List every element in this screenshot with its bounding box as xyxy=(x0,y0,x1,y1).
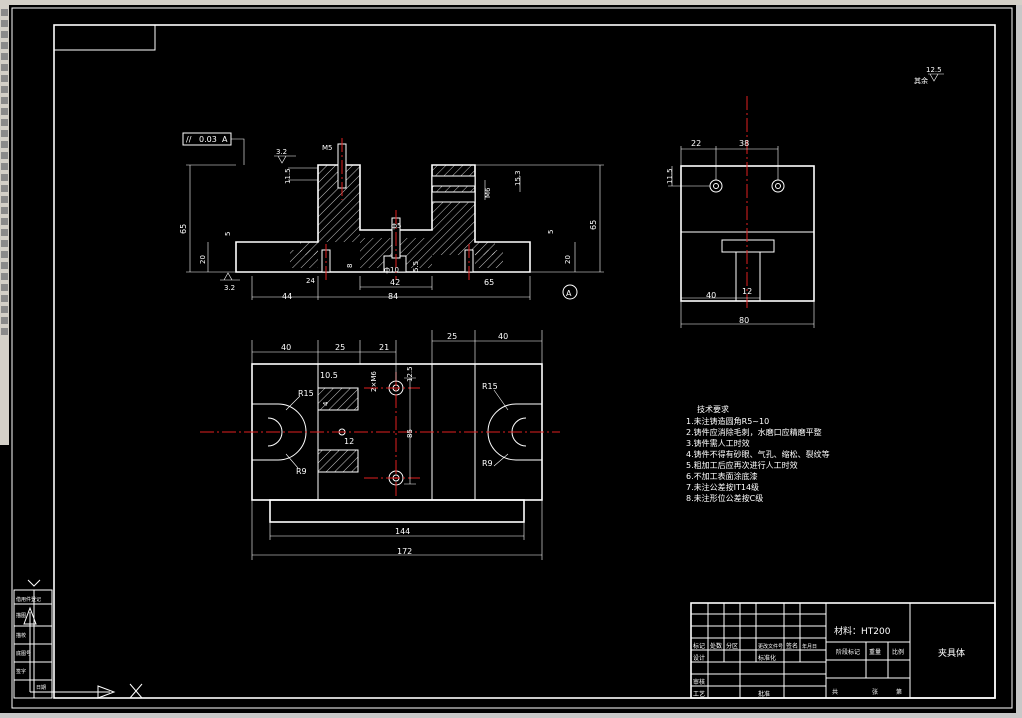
dim-label: 5 xyxy=(547,230,555,234)
dim-label: 44 xyxy=(282,292,292,301)
dim-label: 12 xyxy=(742,287,752,296)
surface-finish-label: 其余 xyxy=(914,76,928,85)
datum-ref: A xyxy=(222,135,228,144)
dim-label: 20 xyxy=(564,255,572,264)
drawing-canvas[interactable]: // 0.03 A 3.2 3.2 A 65 65 5 5 20 20 M5 1… xyxy=(0,0,1016,713)
dim-label: 12.5 xyxy=(406,366,414,382)
left-block xyxy=(13,589,53,699)
dim-label: 65 xyxy=(484,278,494,287)
dim-label: M5 xyxy=(322,144,333,152)
tb-label: 签名 xyxy=(786,642,798,650)
left-label: 借用件登记 xyxy=(16,596,41,603)
tech-req-item: 3.铸件需人工时效 xyxy=(686,438,750,448)
dim-label: 65 xyxy=(589,220,598,230)
dim-label: 40 xyxy=(498,332,508,341)
flatness-tolerance: 0.03 xyxy=(199,135,217,144)
tb-label: 更改文件号 xyxy=(758,643,783,650)
dim-label: 21 xyxy=(379,343,389,352)
tech-req-item: 2.铸件应消除毛刺，水磨口应精磨平整 xyxy=(686,427,822,437)
flatness-symbol: // xyxy=(186,135,192,144)
dim-label: 38 xyxy=(739,139,749,148)
datum-marker-label: A xyxy=(566,289,572,298)
dim-label: 85 xyxy=(406,429,414,438)
tb-label: 标记 xyxy=(693,642,705,650)
dim-label: ф10 xyxy=(384,266,399,274)
dim-label: 172 xyxy=(397,547,412,556)
tech-req-item: 7.未注公差按IT14级 xyxy=(686,482,759,492)
tech-req-item: 6.不加工表面涂底漆 xyxy=(686,471,758,481)
dim-label: 25 xyxy=(335,343,345,352)
roughness-symbol xyxy=(274,155,296,164)
dim-label: 20 xyxy=(199,255,207,264)
tb-label: 共 xyxy=(832,688,838,696)
dim-label: 22 xyxy=(691,139,701,148)
tb-label: 年月日 xyxy=(802,643,817,650)
radius-label: R9 xyxy=(482,459,493,468)
tb-label: 阶段标记 xyxy=(836,648,860,656)
front-view xyxy=(186,138,604,300)
dim-label: 80 xyxy=(739,316,749,325)
surface-finish-value: 12.5 xyxy=(926,66,942,74)
dim-label: 40 xyxy=(281,343,291,352)
dim-label: M6 xyxy=(484,187,492,198)
leader xyxy=(231,138,245,165)
tech-req-item: 8.未注形位公差按C级 xyxy=(686,493,763,503)
material-label: 材料：HT200 xyxy=(834,625,891,637)
tech-req-item: 1.未注铸造圆角R5~10 xyxy=(686,416,769,426)
tb-label: 标准化 xyxy=(758,654,776,662)
tb-label: 审核 xyxy=(693,678,705,686)
tb-label: 处数 xyxy=(710,642,722,650)
tb-label: 分区 xyxy=(726,642,738,650)
side-view xyxy=(668,96,815,328)
dim-label: 144 xyxy=(395,527,410,536)
radius-label: R9 xyxy=(296,467,307,476)
dim-label: 8 xyxy=(346,264,354,268)
tb-label: 工艺 xyxy=(693,690,705,698)
dim-label: 84 xyxy=(388,292,398,301)
left-label: 底图号 xyxy=(16,650,31,657)
radius-label: R15 xyxy=(298,389,314,398)
roughness-symbol xyxy=(220,272,240,281)
vertical-scrollbar[interactable] xyxy=(1016,5,1022,718)
tb-label: 设计 xyxy=(693,654,705,662)
left-label: 描校 xyxy=(16,632,26,639)
dim-label: 12 xyxy=(344,437,354,446)
dim-label: 15.3 xyxy=(514,170,522,186)
part-name: 夹具体 xyxy=(938,647,965,659)
dim-label: 2×M6 xyxy=(370,371,378,392)
dim-label: 5.5 xyxy=(412,261,420,272)
dim-label: 25 xyxy=(447,332,457,341)
dim-label: 24 xyxy=(306,277,315,285)
left-label: 日期 xyxy=(36,685,46,691)
dim-label: 40 xyxy=(706,291,716,300)
tb-label: 第 xyxy=(896,688,902,696)
tb-label: 重量 xyxy=(869,648,881,656)
roughness-symbol xyxy=(928,73,944,82)
dim-label: 10.5 xyxy=(320,371,338,380)
tech-req-item: 4.铸件不得有砂眼、气孔、缩松、裂纹等 xyxy=(686,449,830,459)
reversed-code-box xyxy=(53,24,156,51)
dim-label: ф5 xyxy=(391,222,401,230)
inner-border xyxy=(53,24,996,699)
tb-label: 张 xyxy=(872,688,878,696)
dim-label: 65 xyxy=(179,224,188,234)
tb-label: 比例 xyxy=(892,648,904,656)
left-label: 描图 xyxy=(16,612,26,619)
horizontal-scrollbar[interactable] xyxy=(0,713,1022,718)
dim-label: 4 xyxy=(322,401,330,406)
left-label: 签字 xyxy=(16,668,26,675)
roughness-bottom: 3.2 xyxy=(224,284,235,292)
radius-label: R15 xyxy=(482,382,498,391)
dim-label: 11.5 xyxy=(284,168,292,184)
dim-label: 11.5 xyxy=(666,168,674,184)
tech-req-title: 技术要求 xyxy=(697,404,729,414)
top-view xyxy=(200,330,560,560)
tb-label: 批准 xyxy=(758,690,770,698)
dim-label: 42 xyxy=(390,278,400,287)
tech-req-item: 5.粗加工后应再次进行人工时效 xyxy=(686,460,798,470)
roughness-top: 3.2 xyxy=(276,148,287,156)
dim-label: 5 xyxy=(224,232,232,236)
